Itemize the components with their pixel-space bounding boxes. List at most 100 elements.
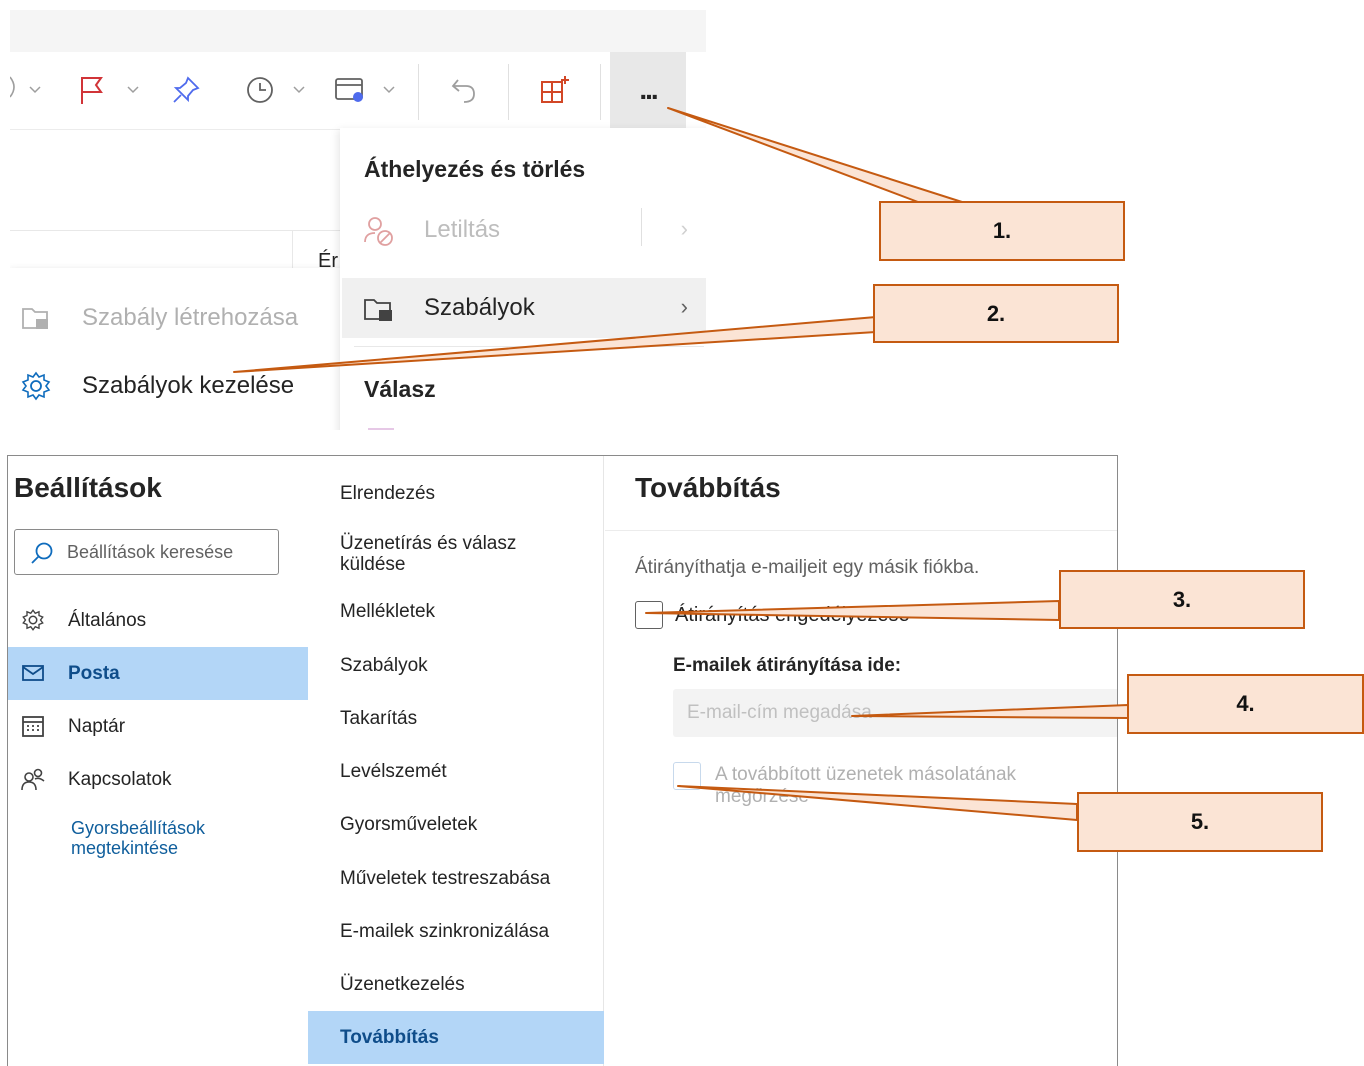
redirect-to-label: E-mailek átirányítása ide: (673, 655, 902, 676)
chevron-down-icon[interactable] (126, 80, 140, 98)
nav-contacts[interactable]: Kapcsolatok (8, 753, 308, 806)
rules-icon[interactable] (332, 72, 370, 108)
mail-section-label: Levélszemét (340, 761, 447, 782)
keep-copy-checkbox[interactable] (673, 762, 701, 790)
more-options-label: ... (639, 74, 658, 105)
flag-icon[interactable] (74, 72, 110, 108)
column-divider (292, 230, 293, 270)
mail-section-forwarding[interactable]: Továbbítás (308, 1011, 604, 1064)
gear-icon (20, 607, 46, 633)
toolbar-divider (600, 64, 601, 120)
block-label: Letiltás (424, 216, 501, 243)
toolbar-divider (508, 64, 509, 120)
callout-3: 3. (1059, 570, 1305, 629)
gear-icon (20, 370, 52, 402)
mail-section-label: Gyorsműveletek (340, 814, 478, 835)
mail-section-label: Mellékletek (340, 601, 436, 622)
mail-section-rules[interactable]: Szabályok (308, 639, 604, 692)
rules-label: Szabályok (424, 294, 535, 321)
list-divider (10, 230, 340, 231)
rule-folder-icon (20, 302, 52, 334)
enable-forwarding-checkbox[interactable] (635, 601, 663, 629)
section-reply: Válasz (364, 376, 436, 402)
mail-section-label: Üzenetkezelés (340, 974, 465, 995)
forwarding-title: Továbbítás (635, 472, 781, 503)
rules-submenu: Szabály létrehozása Szabályok kezelése (10, 268, 350, 430)
mail-section-compose[interactable]: Üzenetírás és válasz küldése (308, 527, 604, 580)
chevron-down-icon[interactable] (28, 80, 42, 98)
rules-menu-item[interactable]: Szabályok › (342, 278, 706, 338)
mail-icon (20, 660, 46, 686)
mail-subsections: Elrendezés Üzenetírás és válasz küldése … (308, 456, 604, 1066)
message-toolbar: ... (10, 52, 706, 130)
settings-title: Beállítások (14, 472, 162, 503)
mail-section-sweep[interactable]: Takarítás (308, 692, 604, 745)
enable-forwarding-label: Átirányítás engedélyezése (675, 604, 910, 626)
apps-icon[interactable] (536, 72, 574, 108)
mail-section-quick-steps[interactable]: Gyorsműveletek (308, 798, 604, 851)
callout-2: 2. (873, 284, 1119, 343)
block-item[interactable]: Letiltás › (342, 200, 706, 260)
clock-icon[interactable] (242, 72, 278, 108)
more-options-button[interactable]: ... (610, 52, 686, 128)
menu-split-divider (641, 208, 642, 246)
partial-icon (10, 76, 15, 98)
section-move-delete: Áthelyezés és törlés (364, 156, 586, 182)
block-user-icon (362, 214, 396, 248)
mail-section-label: E-mailek szinkronizálása (340, 921, 550, 942)
settings-nav: Beállítások Általános Posta Naptár (8, 456, 308, 1066)
mail-section-label: Továbbítás (340, 1027, 439, 1048)
chevron-right-icon: › (680, 216, 688, 241)
mail-section-label: Üzenetírás és válasz küldése (340, 533, 517, 575)
manage-rules-label: Szabályok kezelése (82, 372, 295, 399)
mail-section-label: Szabályok (340, 655, 428, 676)
rule-folder-icon (362, 292, 396, 326)
forwarding-description: Átirányíthatja e-mailjeit egy másik fiók… (635, 557, 980, 578)
callout-1: 1. (879, 201, 1125, 261)
nav-calendar-label: Naptár (68, 716, 126, 737)
menu-divider (354, 346, 704, 347)
mail-section-sync[interactable]: E-mailek szinkronizálása (308, 905, 604, 958)
chevron-down-icon[interactable] (292, 80, 306, 98)
callout-4: 4. (1127, 674, 1364, 734)
settings-search[interactable] (14, 529, 279, 575)
pane-divider (605, 530, 1117, 531)
search-icon (31, 542, 53, 564)
undo-icon[interactable] (446, 72, 482, 108)
callout-1-pointer (667, 107, 963, 203)
callout-5: 5. (1077, 792, 1323, 852)
nav-general[interactable]: Általános (8, 594, 308, 647)
chevron-right-icon: › (680, 294, 688, 319)
mail-section-label: Takarítás (340, 708, 418, 729)
nav-contacts-label: Kapcsolatok (68, 769, 172, 790)
mail-section-junk[interactable]: Levélszemét (308, 745, 604, 798)
chevron-down-icon[interactable] (382, 80, 396, 98)
mail-section-message-handling[interactable]: Üzenetkezelés (308, 958, 604, 1011)
forwarding-email-input[interactable] (673, 689, 1117, 737)
manage-rules-item[interactable]: Szabályok kezelése (10, 356, 350, 416)
create-rule-item[interactable]: Szabály létrehozása (10, 288, 350, 348)
mail-section-customize-actions[interactable]: Műveletek testreszabása (308, 852, 604, 905)
nav-general-label: Általános (68, 610, 147, 631)
forwarding-pane: Továbbítás Átirányíthatja e-mailjeit egy… (605, 456, 1117, 1066)
nav-mail[interactable]: Posta (8, 647, 308, 700)
toolbar-divider (418, 64, 419, 120)
mail-section-layout[interactable]: Elrendezés (308, 467, 604, 520)
nav-calendar[interactable]: Naptár (8, 700, 308, 753)
mail-section-label: Elrendezés (340, 483, 436, 504)
settings-dialog: Beállítások Általános Posta Naptár (7, 455, 1118, 1066)
calendar-icon (20, 713, 46, 739)
mail-section-label: Műveletek testreszabása (340, 868, 551, 889)
more-options-menu: Áthelyezés és törlés Letiltás › Szabályo… (340, 128, 706, 430)
keep-copy-label: A továbbított üzenetek másolatának megőr… (715, 764, 1017, 807)
settings-search-input[interactable] (67, 538, 267, 566)
create-rule-label: Szabály létrehozása (82, 304, 299, 331)
header-band (10, 10, 706, 52)
mail-section-attachments[interactable]: Mellékletek (308, 585, 604, 638)
nav-mail-label: Posta (68, 663, 120, 684)
pin-icon[interactable] (168, 72, 204, 108)
quick-settings-link[interactable]: Gyorsbeállítások megtekintése (71, 818, 291, 858)
outlook-toolbar-area: ... Ér Szabály létrehozása Szabályok kez… (10, 10, 706, 430)
reply-icon-partial (368, 428, 394, 430)
people-icon (20, 766, 46, 792)
